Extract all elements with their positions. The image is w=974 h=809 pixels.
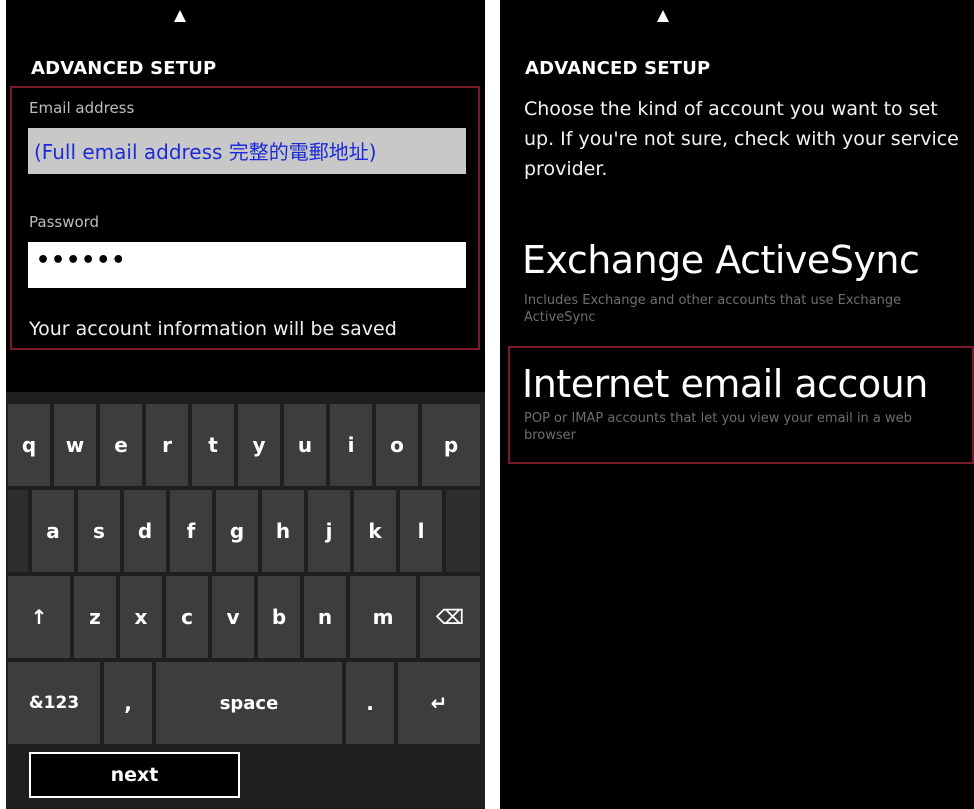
symbols-key[interactable]: &123 <box>8 662 100 744</box>
option-title: Exchange ActiveSync <box>522 238 920 282</box>
key-t[interactable]: t <box>192 404 234 486</box>
option-internet-email[interactable]: Internet email accoun POP or IMAP accoun… <box>508 346 974 464</box>
key-p[interactable]: p <box>422 404 480 486</box>
key-g[interactable]: g <box>216 490 258 572</box>
key-n[interactable]: n <box>304 576 346 658</box>
password-field[interactable]: •••••• <box>28 242 466 288</box>
key-i[interactable]: i <box>330 404 372 486</box>
page-title: ADVANCED SETUP <box>525 58 711 79</box>
page-title: ADVANCED SETUP <box>31 58 217 79</box>
enter-key[interactable]: ↵ <box>398 662 480 744</box>
up-arrow-icon <box>174 10 186 22</box>
left-phone-screen: ADVANCED SETUP Email address (Full email… <box>6 0 485 809</box>
key-a[interactable]: a <box>32 490 74 572</box>
key-s[interactable]: s <box>78 490 120 572</box>
key-u[interactable]: u <box>284 404 326 486</box>
backspace-key[interactable]: ⌫ <box>420 576 480 658</box>
key-l[interactable]: l <box>400 490 442 572</box>
key-o[interactable]: o <box>376 404 418 486</box>
next-button[interactable]: next <box>29 752 240 798</box>
key-w[interactable]: w <box>54 404 96 486</box>
password-label: Password <box>29 213 100 231</box>
key-x[interactable]: x <box>120 576 162 658</box>
email-label: Email address <box>29 99 135 117</box>
email-field[interactable]: (Full email address 完整的電郵地址) <box>28 128 466 174</box>
key-m[interactable]: m <box>350 576 416 658</box>
option-title: Internet email accoun <box>522 362 928 406</box>
key-h[interactable]: h <box>262 490 304 572</box>
key-k[interactable]: k <box>354 490 396 572</box>
comma-key[interactable]: , <box>104 662 152 744</box>
up-arrow-icon <box>657 10 669 22</box>
key-z[interactable]: z <box>74 576 116 658</box>
key-y[interactable]: y <box>238 404 280 486</box>
key-q[interactable]: q <box>8 404 50 486</box>
on-screen-keyboard: q w e r t y u i o p a s d f g h j k l ↑ … <box>6 392 485 809</box>
option-description: Includes Exchange and other accounts tha… <box>524 293 902 325</box>
key-spacer-left <box>8 490 28 572</box>
key-f[interactable]: f <box>170 490 212 572</box>
save-note: Your account information will be saved <box>29 318 397 340</box>
key-c[interactable]: c <box>166 576 208 658</box>
key-j[interactable]: j <box>308 490 350 572</box>
space-key[interactable]: space <box>156 662 342 744</box>
right-phone-screen: ADVANCED SETUP Choose the kind of accoun… <box>500 0 974 809</box>
key-spacer-right <box>446 490 480 572</box>
key-r[interactable]: r <box>146 404 188 486</box>
setup-description: Choose the kind of account you want to s… <box>524 98 959 180</box>
shift-key[interactable]: ↑ <box>8 576 70 658</box>
key-v[interactable]: v <box>212 576 254 658</box>
period-key[interactable]: . <box>346 662 394 744</box>
key-b[interactable]: b <box>258 576 300 658</box>
key-d[interactable]: d <box>124 490 166 572</box>
option-description: POP or IMAP accounts that let you view y… <box>524 411 912 443</box>
key-e[interactable]: e <box>100 404 142 486</box>
